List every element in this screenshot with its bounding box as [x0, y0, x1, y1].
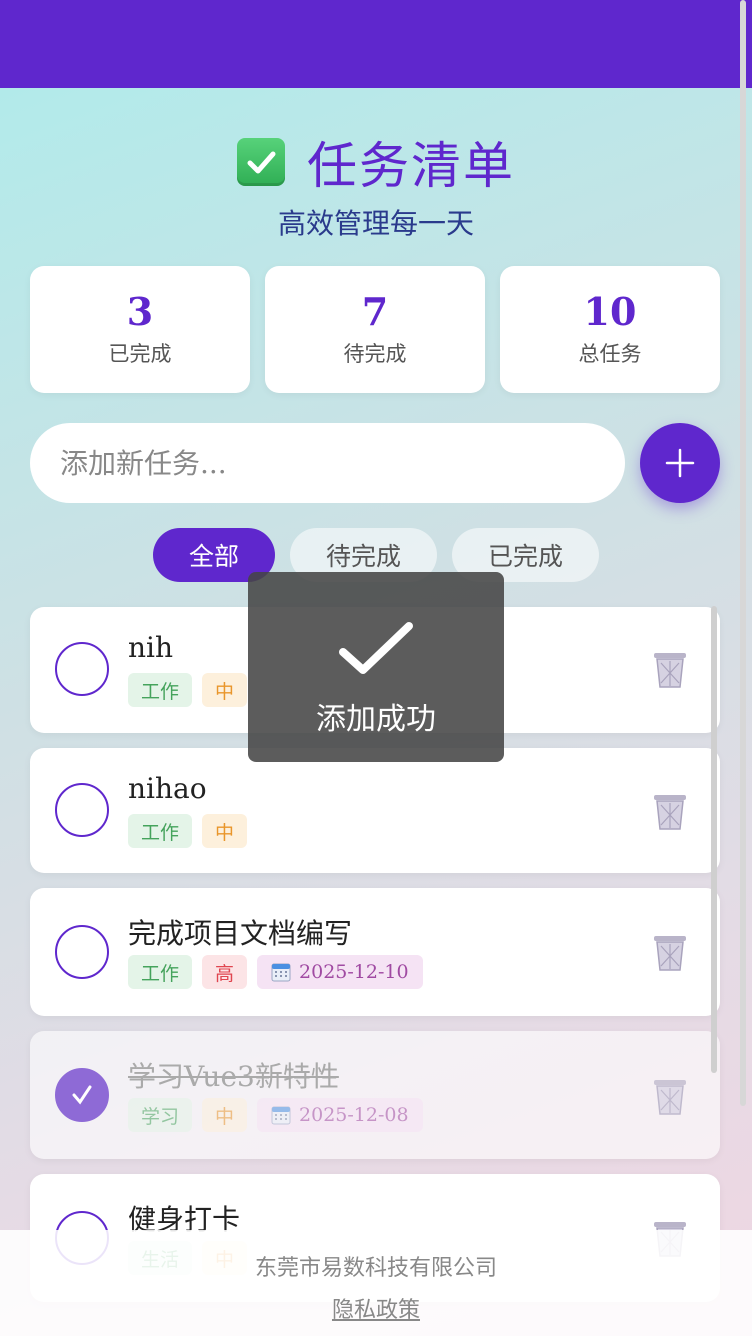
- task-title: 完成项目文档编写: [128, 917, 353, 950]
- stat-pending-value: 7: [361, 288, 389, 334]
- task-checkbox[interactable]: [55, 642, 109, 696]
- list-scrollbar[interactable]: [711, 606, 717, 1073]
- success-toast: 添加成功: [248, 572, 504, 762]
- trash-icon[interactable]: [652, 1078, 688, 1116]
- task-title: nihao: [128, 772, 207, 805]
- task-checkbox[interactable]: [55, 925, 109, 979]
- task-checkbox-checked[interactable]: [55, 1068, 109, 1122]
- toast-message: 添加成功: [316, 702, 436, 737]
- task-date-text: 2025-12-10: [299, 961, 409, 983]
- task-item: 完成项目文档编写 工作 高 2025-12-10: [30, 888, 720, 1016]
- task-priority-tag: 中: [202, 814, 248, 848]
- checkmark-icon: [72, 1085, 92, 1105]
- task-category-tag: 工作: [128, 814, 193, 848]
- stat-pending-label: 待完成: [343, 342, 407, 367]
- task-title: nih: [128, 631, 174, 664]
- trash-icon[interactable]: [652, 793, 688, 831]
- task-category-tag: 工作: [128, 673, 193, 707]
- stats-row: 3 已完成 7 待完成 10 总任务: [30, 266, 720, 393]
- page-title: 任务清单: [307, 137, 515, 195]
- plus-icon: [665, 448, 695, 478]
- add-task-row: [30, 423, 720, 503]
- privacy-policy-link[interactable]: 隐私政策: [332, 1292, 420, 1324]
- trash-icon[interactable]: [652, 934, 688, 972]
- stat-total: 10 总任务: [500, 266, 720, 393]
- task-title: 学习Vue3新特性: [128, 1060, 339, 1093]
- task-priority-tag: 高: [202, 955, 248, 989]
- task-checkbox[interactable]: [55, 783, 109, 837]
- task-category-tag: 学习: [128, 1098, 193, 1132]
- page-header: 任务清单 高效管理每一天: [0, 128, 752, 242]
- app-top-bar: [0, 0, 752, 88]
- footer: 东莞市易数科技有限公司 隐私政策: [0, 1230, 752, 1336]
- stat-completed-label: 已完成: [108, 342, 172, 367]
- company-name: 东莞市易数科技有限公司: [254, 1256, 497, 1281]
- task-item: nihao 工作 中: [30, 748, 720, 873]
- add-task-button[interactable]: [640, 423, 720, 503]
- task-priority-tag: 中: [202, 673, 248, 707]
- page-subtitle: 高效管理每一天: [277, 207, 474, 240]
- calendar-icon: [271, 1106, 291, 1125]
- stat-total-label: 总任务: [578, 342, 642, 367]
- stat-pending: 7 待完成: [265, 266, 485, 393]
- stat-completed: 3 已完成: [30, 266, 250, 393]
- task-date-text: 2025-12-08: [299, 1104, 409, 1126]
- task-date-tag: 2025-12-08: [257, 1098, 423, 1132]
- calendar-icon: [271, 963, 291, 982]
- task-date-tag: 2025-12-10: [257, 955, 423, 989]
- task-priority-tag: 中: [202, 1098, 248, 1132]
- task-category-tag: 工作: [128, 955, 193, 989]
- trash-icon[interactable]: [652, 651, 688, 689]
- check-mark-icon: [237, 138, 285, 186]
- stat-total-value: 10: [583, 288, 637, 334]
- check-icon: [339, 622, 413, 674]
- task-item-completed: 学习Vue3新特性 学习 中 2025-12-08: [30, 1031, 720, 1159]
- new-task-input[interactable]: [30, 423, 625, 503]
- stat-completed-value: 3: [126, 288, 154, 334]
